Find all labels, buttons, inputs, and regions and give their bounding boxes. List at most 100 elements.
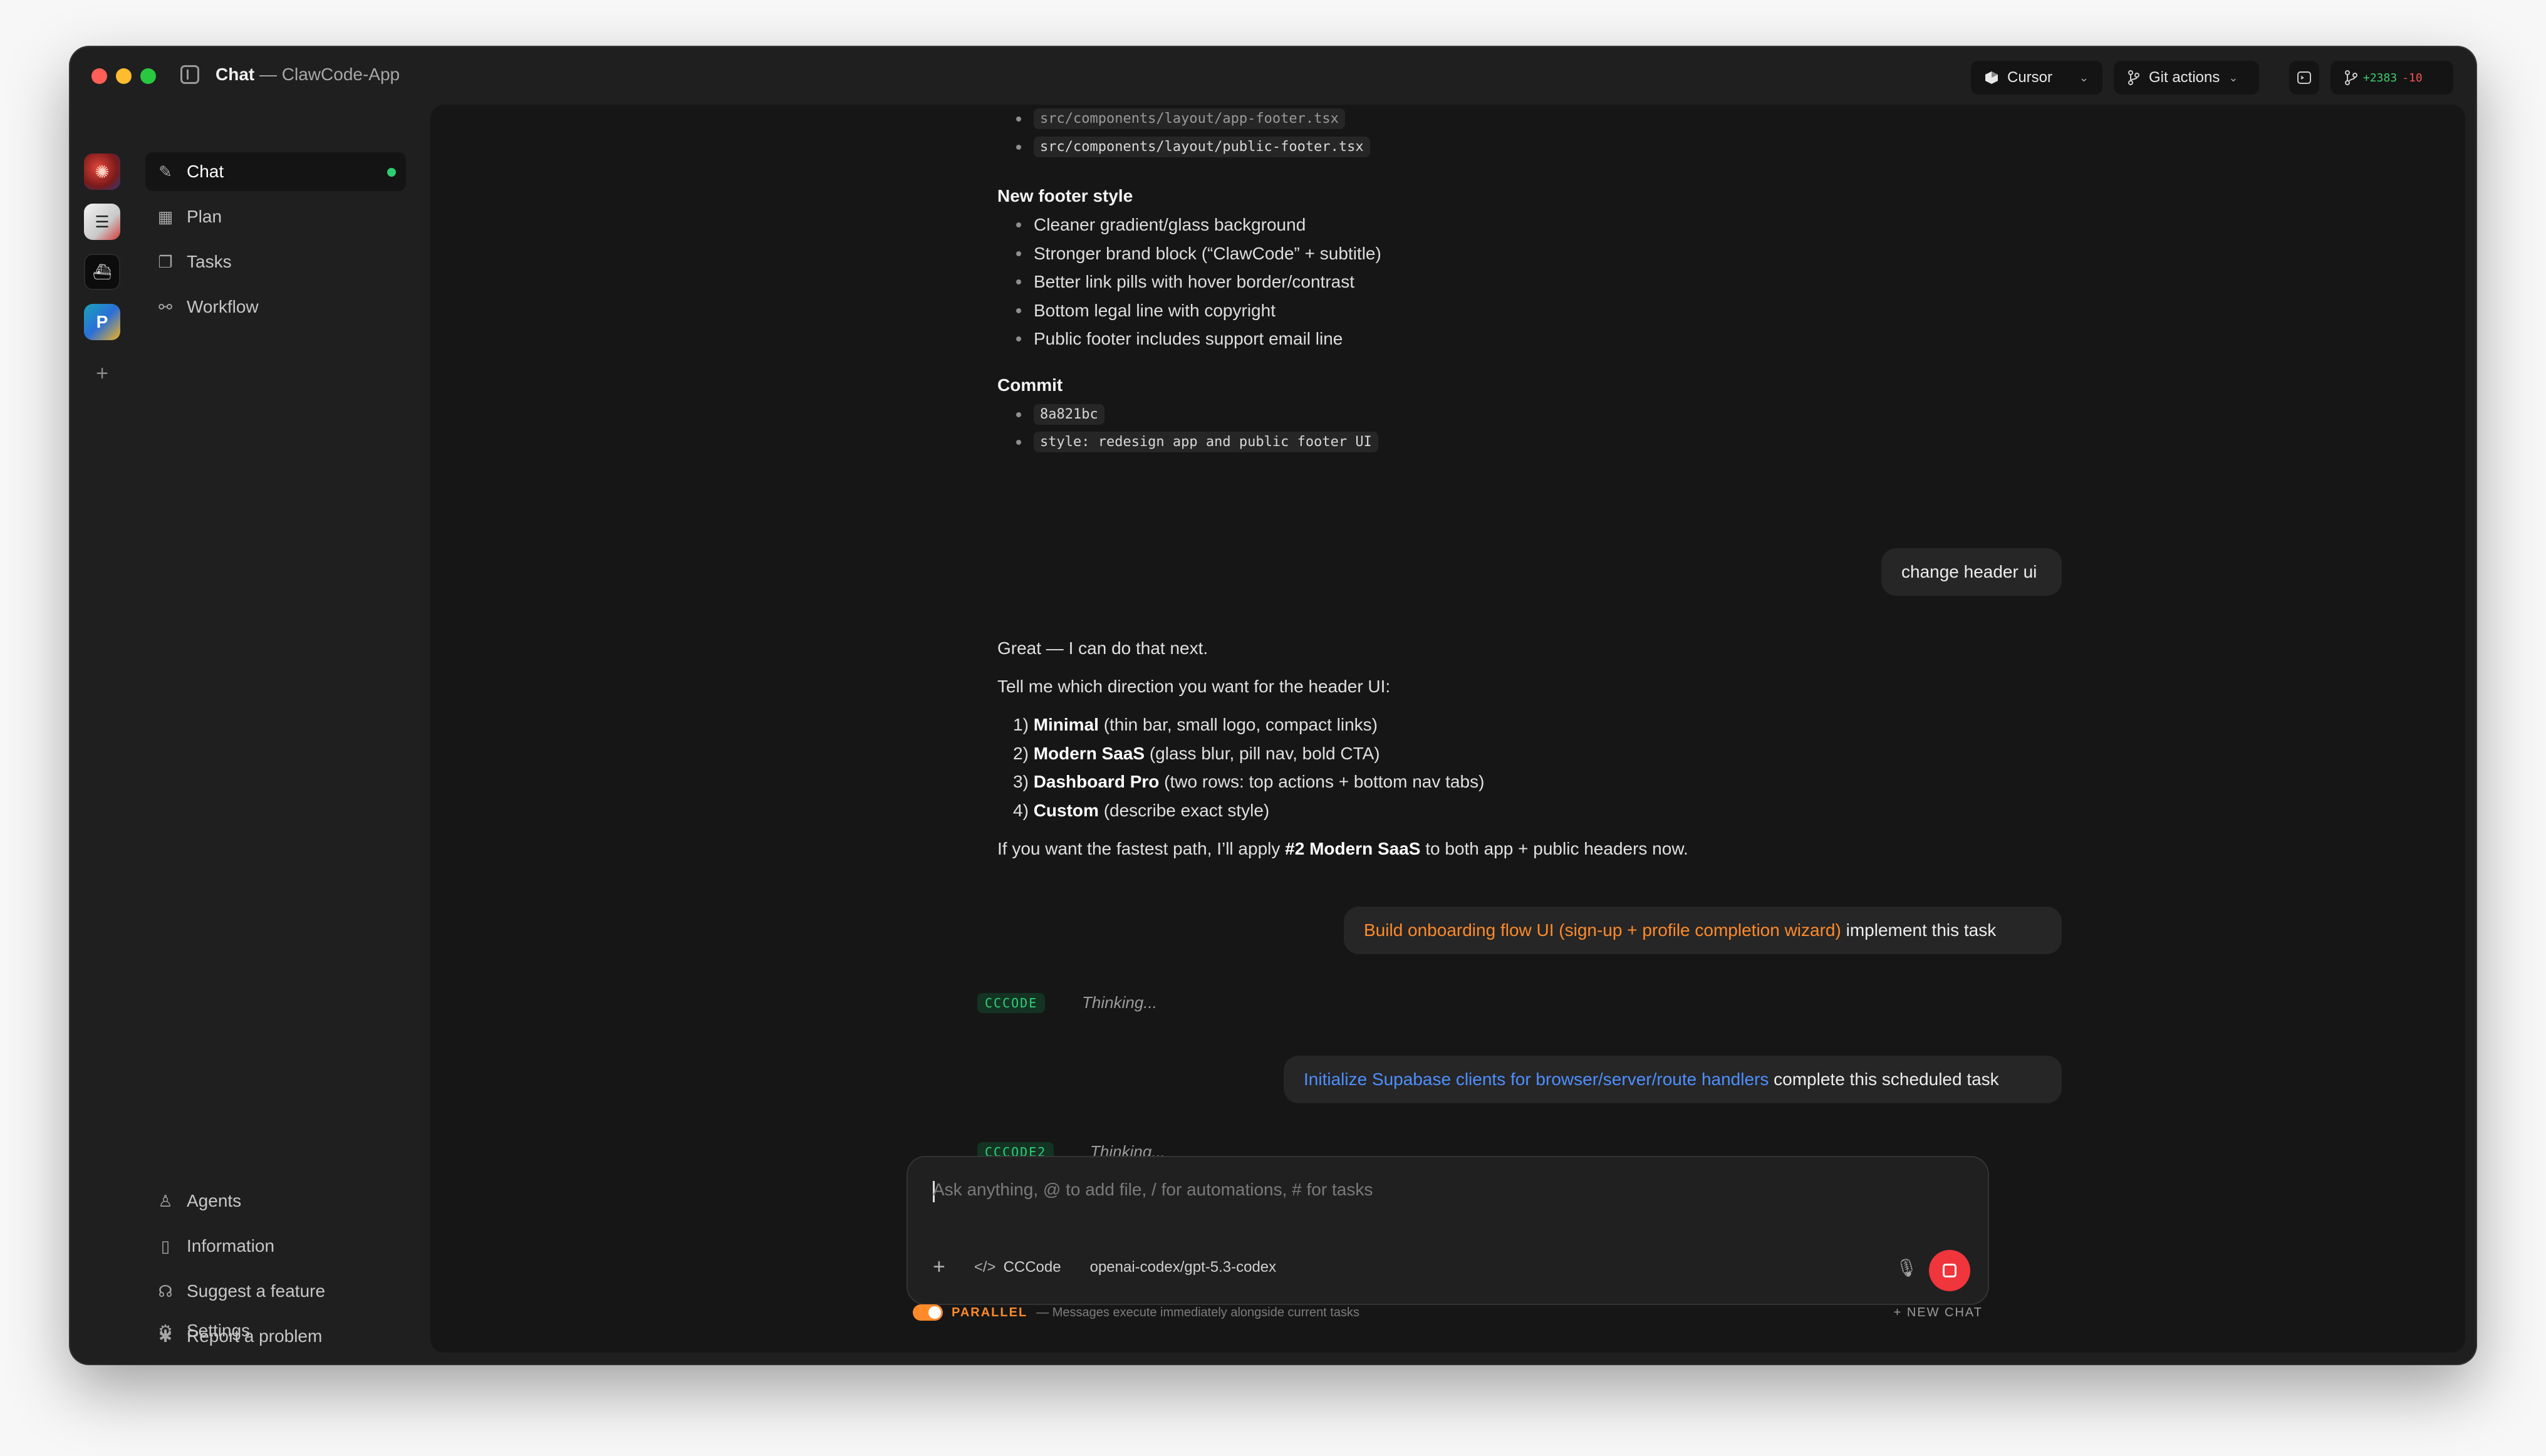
sidebar-item-label: Plan: [187, 207, 222, 226]
sidebar-item-label: Settings: [187, 1321, 251, 1340]
workflow-icon: ⚯: [158, 297, 172, 316]
edit-icon: ✎: [158, 162, 172, 181]
title-bar: Chat — ClawCode-App Cursor ⌄ Git actions…: [70, 47, 2476, 105]
diff-stats-button[interactable]: +2383 -10: [2330, 61, 2453, 95]
file-path: src/components/layout/app-footer.tsx: [1034, 108, 1345, 129]
terminal-icon: [2297, 71, 2311, 84]
gear-icon: ⚙: [158, 1321, 173, 1340]
assistant-text: If you want the fastest path, I’ll apply…: [997, 839, 1688, 858]
option-item: 4) Custom (describe exact style): [1013, 801, 1270, 820]
info-icon: ▯: [160, 1236, 170, 1256]
option-item: 1) Minimal (thin bar, small logo, compac…: [1013, 715, 1378, 734]
sidebar-item-workflow[interactable]: ⚯ Workflow: [145, 288, 406, 326]
git-compare-icon: [2345, 70, 2357, 85]
option-item: 2) Modern SaaS (glass blur, pill nav, bo…: [1013, 744, 1380, 763]
sidebar-item-label: Information: [187, 1236, 275, 1256]
message-composer: + </> CCCode openai-codex/gpt-5.3-codex …: [907, 1156, 1989, 1305]
microphone-icon[interactable]: 🎙: [1895, 1257, 1918, 1278]
sidebar-item-plan[interactable]: ▦ Plan: [145, 197, 406, 236]
workspace-dark[interactable]: ⛴: [84, 254, 120, 290]
close-window-button[interactable]: [91, 68, 107, 84]
agent-badge: CCCODE: [977, 993, 1046, 1013]
section-heading: Commit: [997, 375, 1063, 395]
minimize-window-button[interactable]: [116, 68, 132, 84]
chevron-down-icon: ⌄: [2079, 71, 2089, 84]
git-branch-icon: [2128, 70, 2139, 85]
lines-removed: -10: [2402, 71, 2423, 85]
list-item: Cleaner gradient/glass background: [1016, 215, 1306, 235]
task-link[interactable]: Build onboarding flow UI (sign-up + prof…: [1364, 920, 1841, 940]
sidebar-item-tasks[interactable]: ❐ Tasks: [145, 242, 406, 281]
workspace-red[interactable]: ✺: [84, 153, 120, 190]
thinking-status: Thinking...: [1082, 993, 1157, 1012]
agent-select[interactable]: </> CCCode: [974, 1259, 1061, 1276]
cursor-label: Cursor: [2007, 69, 2053, 86]
cursor-icon: [1985, 71, 1998, 84]
boat-icon: ⛴: [92, 263, 112, 281]
maximize-window-button[interactable]: [140, 68, 156, 84]
sidebar-item-chat[interactable]: ✎ Chat: [145, 152, 406, 191]
option-item: 3) Dashboard Pro (two rows: top actions …: [1013, 772, 1485, 791]
sidebar-toggle-icon[interactable]: [180, 65, 199, 84]
calendar-icon: ▦: [157, 207, 174, 226]
lightbulb-icon: ☊: [158, 1281, 173, 1301]
sidebar-item-label: Workflow: [187, 297, 259, 316]
cursor-select[interactable]: Cursor ⌄: [1971, 61, 2102, 95]
window-title: Chat — ClawCode-App: [216, 65, 400, 85]
window-title-project: — ClawCode-App: [259, 65, 400, 84]
add-attachment-button[interactable]: +: [933, 1255, 945, 1279]
list-item: src/components/layout/app-footer.tsx: [1016, 108, 1345, 129]
chevron-down-icon: ⌄: [2228, 71, 2238, 84]
sidebar-item-label: Chat: [187, 162, 224, 181]
window-controls: [91, 68, 156, 84]
crab-icon: ✺: [95, 162, 110, 182]
composer-footer: PARALLEL — Messages execute immediately …: [913, 1300, 1983, 1325]
git-actions-label: Git actions: [2149, 69, 2220, 86]
task-link[interactable]: Initialize Supabase clients for browser/…: [1304, 1069, 1769, 1089]
workspace-parrot[interactable]: P: [84, 304, 120, 340]
sidebar-item-label: Tasks: [187, 252, 232, 271]
parrot-icon: P: [96, 312, 108, 331]
agent-icon: ♙: [158, 1191, 173, 1210]
file-path: src/components/layout/public-footer.tsx: [1034, 137, 1370, 157]
message-input[interactable]: [933, 1180, 1960, 1200]
sidebar-item-settings[interactable]: ⚙ Settings: [145, 1311, 406, 1350]
plus-icon: +: [96, 361, 108, 385]
list-item: 8a821bc: [1016, 404, 1104, 425]
sidebar-item-agents[interactable]: ♙ Agents: [145, 1182, 406, 1220]
list-item: src/components/layout/public-footer.tsx: [1016, 137, 1370, 157]
user-message: change header ui: [1881, 548, 2062, 596]
task-message: Initialize Supabase clients for browser/…: [1284, 1056, 2062, 1103]
sidebar-item-information[interactable]: ▯ Information: [145, 1227, 406, 1266]
list-item: Stronger brand block (“ClawCode” + subti…: [1016, 244, 1381, 264]
sidebar-item-label: Suggest a feature: [187, 1281, 326, 1301]
stop-icon: [1943, 1264, 1956, 1277]
parallel-description: — Messages execute immediately alongside…: [1036, 1305, 1359, 1319]
window-title-main: Chat: [216, 65, 255, 84]
add-workspace-button[interactable]: +: [84, 355, 120, 392]
workspace-notes[interactable]: ☰: [84, 204, 120, 240]
assistant-text: Tell me which direction you want for the…: [997, 677, 1391, 696]
composer-toolbar: + </> CCCode openai-codex/gpt-5.3-codex: [933, 1255, 1276, 1279]
active-status-dot: [387, 168, 396, 177]
model-select[interactable]: openai-codex/gpt-5.3-codex: [1090, 1259, 1277, 1276]
new-chat-button[interactable]: + NEW CHAT: [1894, 1306, 1983, 1320]
git-actions-button[interactable]: Git actions ⌄: [2114, 61, 2259, 95]
terminal-button[interactable]: [2289, 61, 2319, 95]
sidebar-item-label: Agents: [187, 1191, 242, 1210]
workspace-rail: ✺ ☰ ⛴ P +: [70, 105, 130, 1364]
task-message: Build onboarding flow UI (sign-up + prof…: [1344, 907, 2062, 954]
tasks-icon: ❐: [158, 252, 173, 271]
lines-added: +2383: [2363, 71, 2398, 85]
list-item: Public footer includes support email lin…: [1016, 329, 1343, 349]
parallel-label: PARALLEL: [952, 1305, 1028, 1319]
sidebar-item-suggest-feature[interactable]: ☊ Suggest a feature: [145, 1272, 406, 1311]
notes-icon: ☰: [95, 212, 110, 231]
list-item: Bottom legal line with copyright: [1016, 301, 1276, 321]
list-item: Better link pills with hover border/cont…: [1016, 272, 1354, 292]
commit-message: style: redesign app and public footer UI: [1034, 432, 1378, 452]
section-heading: New footer style: [997, 186, 1133, 205]
parallel-toggle[interactable]: [913, 1304, 943, 1321]
stop-button[interactable]: [1929, 1250, 1970, 1291]
commit-hash: 8a821bc: [1034, 404, 1104, 425]
